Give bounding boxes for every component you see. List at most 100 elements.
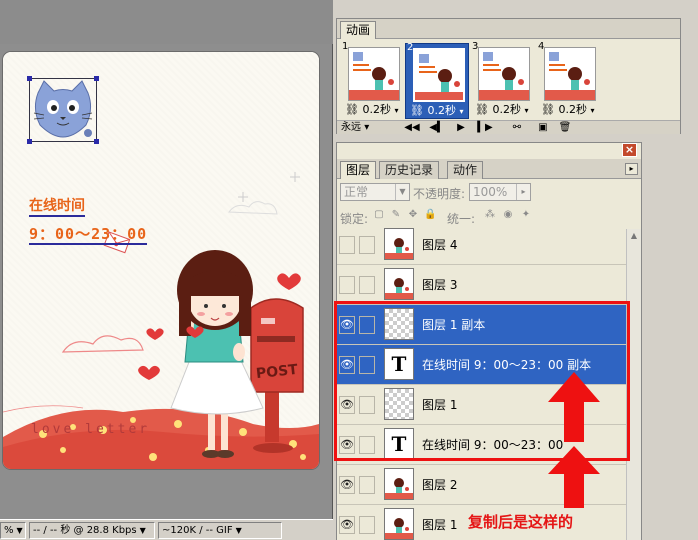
play-button[interactable]: ▶ [451, 121, 471, 134]
chevron-down-icon: ▾ [459, 107, 464, 116]
download-time-value: -- / -- 秒 @ 28.8 Kbps [33, 525, 137, 536]
annotation-caption: 复制后是这样的 [468, 513, 574, 531]
layer-thumbnail [384, 508, 414, 540]
layer-link-toggle[interactable] [359, 476, 375, 494]
download-time-dropdown[interactable]: -- / -- 秒 @ 28.8 Kbps ▼ [29, 522, 155, 539]
layer-thumbnail [384, 268, 414, 300]
delay-icon: ⛓ [410, 104, 424, 117]
delay-icon: ⛓ [345, 103, 359, 116]
animation-frame-4[interactable]: 4 ⛓ 0.2秒 ▾ [537, 42, 601, 119]
layer-link-toggle[interactable] [359, 516, 375, 534]
frame-delay-dropdown[interactable]: ⛓ 0.2秒 ▾ [541, 103, 599, 118]
file-size-value: ~120K / -- GIF [162, 525, 233, 536]
next-frame-button[interactable]: ▍▶ [475, 121, 495, 134]
lock-pixels-icon[interactable]: ✎ [390, 209, 402, 221]
chevron-down-icon: ▼ [395, 184, 409, 200]
lock-options-row: 锁定: ▢ ✎ ✥ 🔒 统一: ⁂ ◉ ✦ [337, 205, 641, 227]
layer-link-toggle[interactable] [359, 236, 375, 254]
layer-name: 图层 2 [422, 478, 458, 492]
blend-options-row: 正常 ▼ 不透明度: 100% ▸ [337, 180, 641, 202]
frame-thumbnail [478, 47, 530, 101]
tab-animation[interactable]: 动画 [340, 21, 377, 39]
document-titlebar-area [0, 0, 333, 44]
frame-delay-value: 0.2秒 [362, 103, 391, 116]
zoom-field[interactable]: % ▼ [0, 522, 26, 539]
frame-thumbnail [544, 47, 596, 101]
blend-mode-value: 正常 [344, 185, 369, 199]
arrow-up-icon [548, 446, 600, 508]
layer-row[interactable]: 图层 3 [337, 265, 626, 305]
opacity-label: 不透明度: [413, 187, 466, 201]
frame-delay-value: 0.2秒 [492, 103, 521, 116]
file-size-dropdown[interactable]: ~120K / -- GIF ▼ [158, 522, 282, 539]
tab-actions[interactable]: 动作 [447, 161, 484, 179]
cat-avatar-image[interactable] [27, 76, 99, 144]
chevron-down-icon: ▾ [524, 106, 529, 115]
chevron-down-icon: ▼ [139, 526, 146, 535]
frame-thumbnail [413, 48, 465, 102]
unify-position-icon[interactable]: ⁂ [484, 209, 496, 221]
visibility-toggle[interactable] [339, 276, 355, 294]
blend-mode-select[interactable]: 正常 ▼ [340, 183, 410, 201]
frame-delay-value: 0.2秒 [427, 104, 456, 117]
visibility-toggle[interactable]: 👁 [339, 516, 355, 534]
delay-icon: ⛓ [475, 103, 489, 116]
eye-icon: 👁 [340, 478, 354, 491]
visibility-toggle[interactable]: 👁 [339, 476, 355, 494]
prev-frame-button[interactable]: ◀▍ [427, 121, 447, 134]
love-letter-text: love letter [31, 422, 151, 437]
cat-face-icon [33, 80, 93, 138]
frame-thumbnail [348, 47, 400, 101]
close-icon[interactable]: × [622, 143, 637, 157]
opacity-value: 100% [473, 185, 508, 199]
unify-style-icon[interactable]: ✦ [520, 209, 532, 221]
lock-position-icon[interactable]: ✥ [407, 209, 419, 221]
frame-delay-dropdown[interactable]: ⛓ 0.2秒 ▾ [475, 103, 533, 118]
layer-name: 图层 4 [422, 238, 458, 252]
online-time-title[interactable]: 在线时间 [29, 198, 85, 217]
document-window: 在线时间 9：00～23：00 love letter POST % ▼ -- /… [0, 0, 333, 540]
delay-icon: ⛓ [541, 103, 555, 116]
animation-frame-1[interactable]: 1 ⛓ 0.2秒 ▾ [341, 42, 405, 119]
animation-frame-3[interactable]: 3 ⛓ 0.2秒 ▾ [471, 42, 535, 119]
palette-menu-icon[interactable]: ▸ [625, 163, 638, 175]
frame-delay-value: 0.2秒 [558, 103, 587, 116]
loop-select[interactable]: 永远 ▾ [341, 121, 393, 134]
layer-thumbnail [384, 228, 414, 260]
chevron-down-icon: ▾ [590, 106, 595, 115]
layer-name: 图层 1 [422, 518, 458, 532]
first-frame-button[interactable]: ◀◀ [401, 121, 423, 134]
tab-history[interactable]: 历史记录 [379, 161, 440, 179]
visibility-toggle[interactable] [339, 236, 355, 254]
status-bar: % ▼ -- / -- 秒 @ 28.8 Kbps ▼ ~120K / -- GIF… [0, 519, 333, 540]
unify-visibility-icon[interactable]: ◉ [502, 209, 514, 221]
lock-all-icon[interactable]: 🔒 [424, 209, 436, 221]
trash-icon[interactable]: 🗑 [557, 121, 573, 134]
layer-link-toggle[interactable] [359, 276, 375, 294]
tab-layers[interactable]: 图层 [340, 161, 377, 179]
eye-icon: 👁 [340, 518, 354, 531]
zoom-value: % [4, 525, 14, 536]
frame-delay-dropdown[interactable]: ⛓ 0.2秒 ▾ [410, 104, 468, 119]
frame-delay-dropdown[interactable]: ⛓ 0.2秒 ▾ [345, 103, 403, 118]
tween-icon[interactable]: ⚯ [507, 121, 527, 134]
lock-transparency-icon[interactable]: ▢ [373, 209, 385, 221]
layer-name: 图层 3 [422, 278, 458, 292]
layer-thumbnail [384, 468, 414, 500]
chevron-down-icon: ▾ [394, 106, 399, 115]
arrow-up-icon [548, 372, 600, 442]
chevron-down-icon: ▼ [16, 526, 23, 535]
animation-palette: 动画 1 ⛓ 0.2秒 ▾ 2 ⛓ 0.2秒 ▾ 3 ⛓ 0.2秒 ▾ 4 ⛓ … [336, 18, 681, 134]
chevron-down-icon: ▾ [364, 122, 370, 133]
new-frame-icon[interactable]: ▣ [535, 121, 551, 134]
chevron-right-icon: ▸ [516, 184, 530, 200]
opacity-field[interactable]: 100% ▸ [469, 183, 531, 201]
layers-tabbar: 图层 历史记录 动作 ▸ [337, 159, 641, 179]
animation-frame-2[interactable]: 2 ⛓ 0.2秒 ▾ [405, 43, 469, 119]
layer-row[interactable]: 图层 4 [337, 225, 626, 265]
chevron-down-icon: ▼ [235, 526, 242, 535]
online-hours-text[interactable]: 9：00～23：00 [29, 226, 148, 245]
artboard: 在线时间 9：00～23：00 love letter POST [3, 52, 319, 469]
scroll-up-icon[interactable]: ▲ [627, 229, 641, 243]
loop-value: 永远 [341, 122, 361, 133]
